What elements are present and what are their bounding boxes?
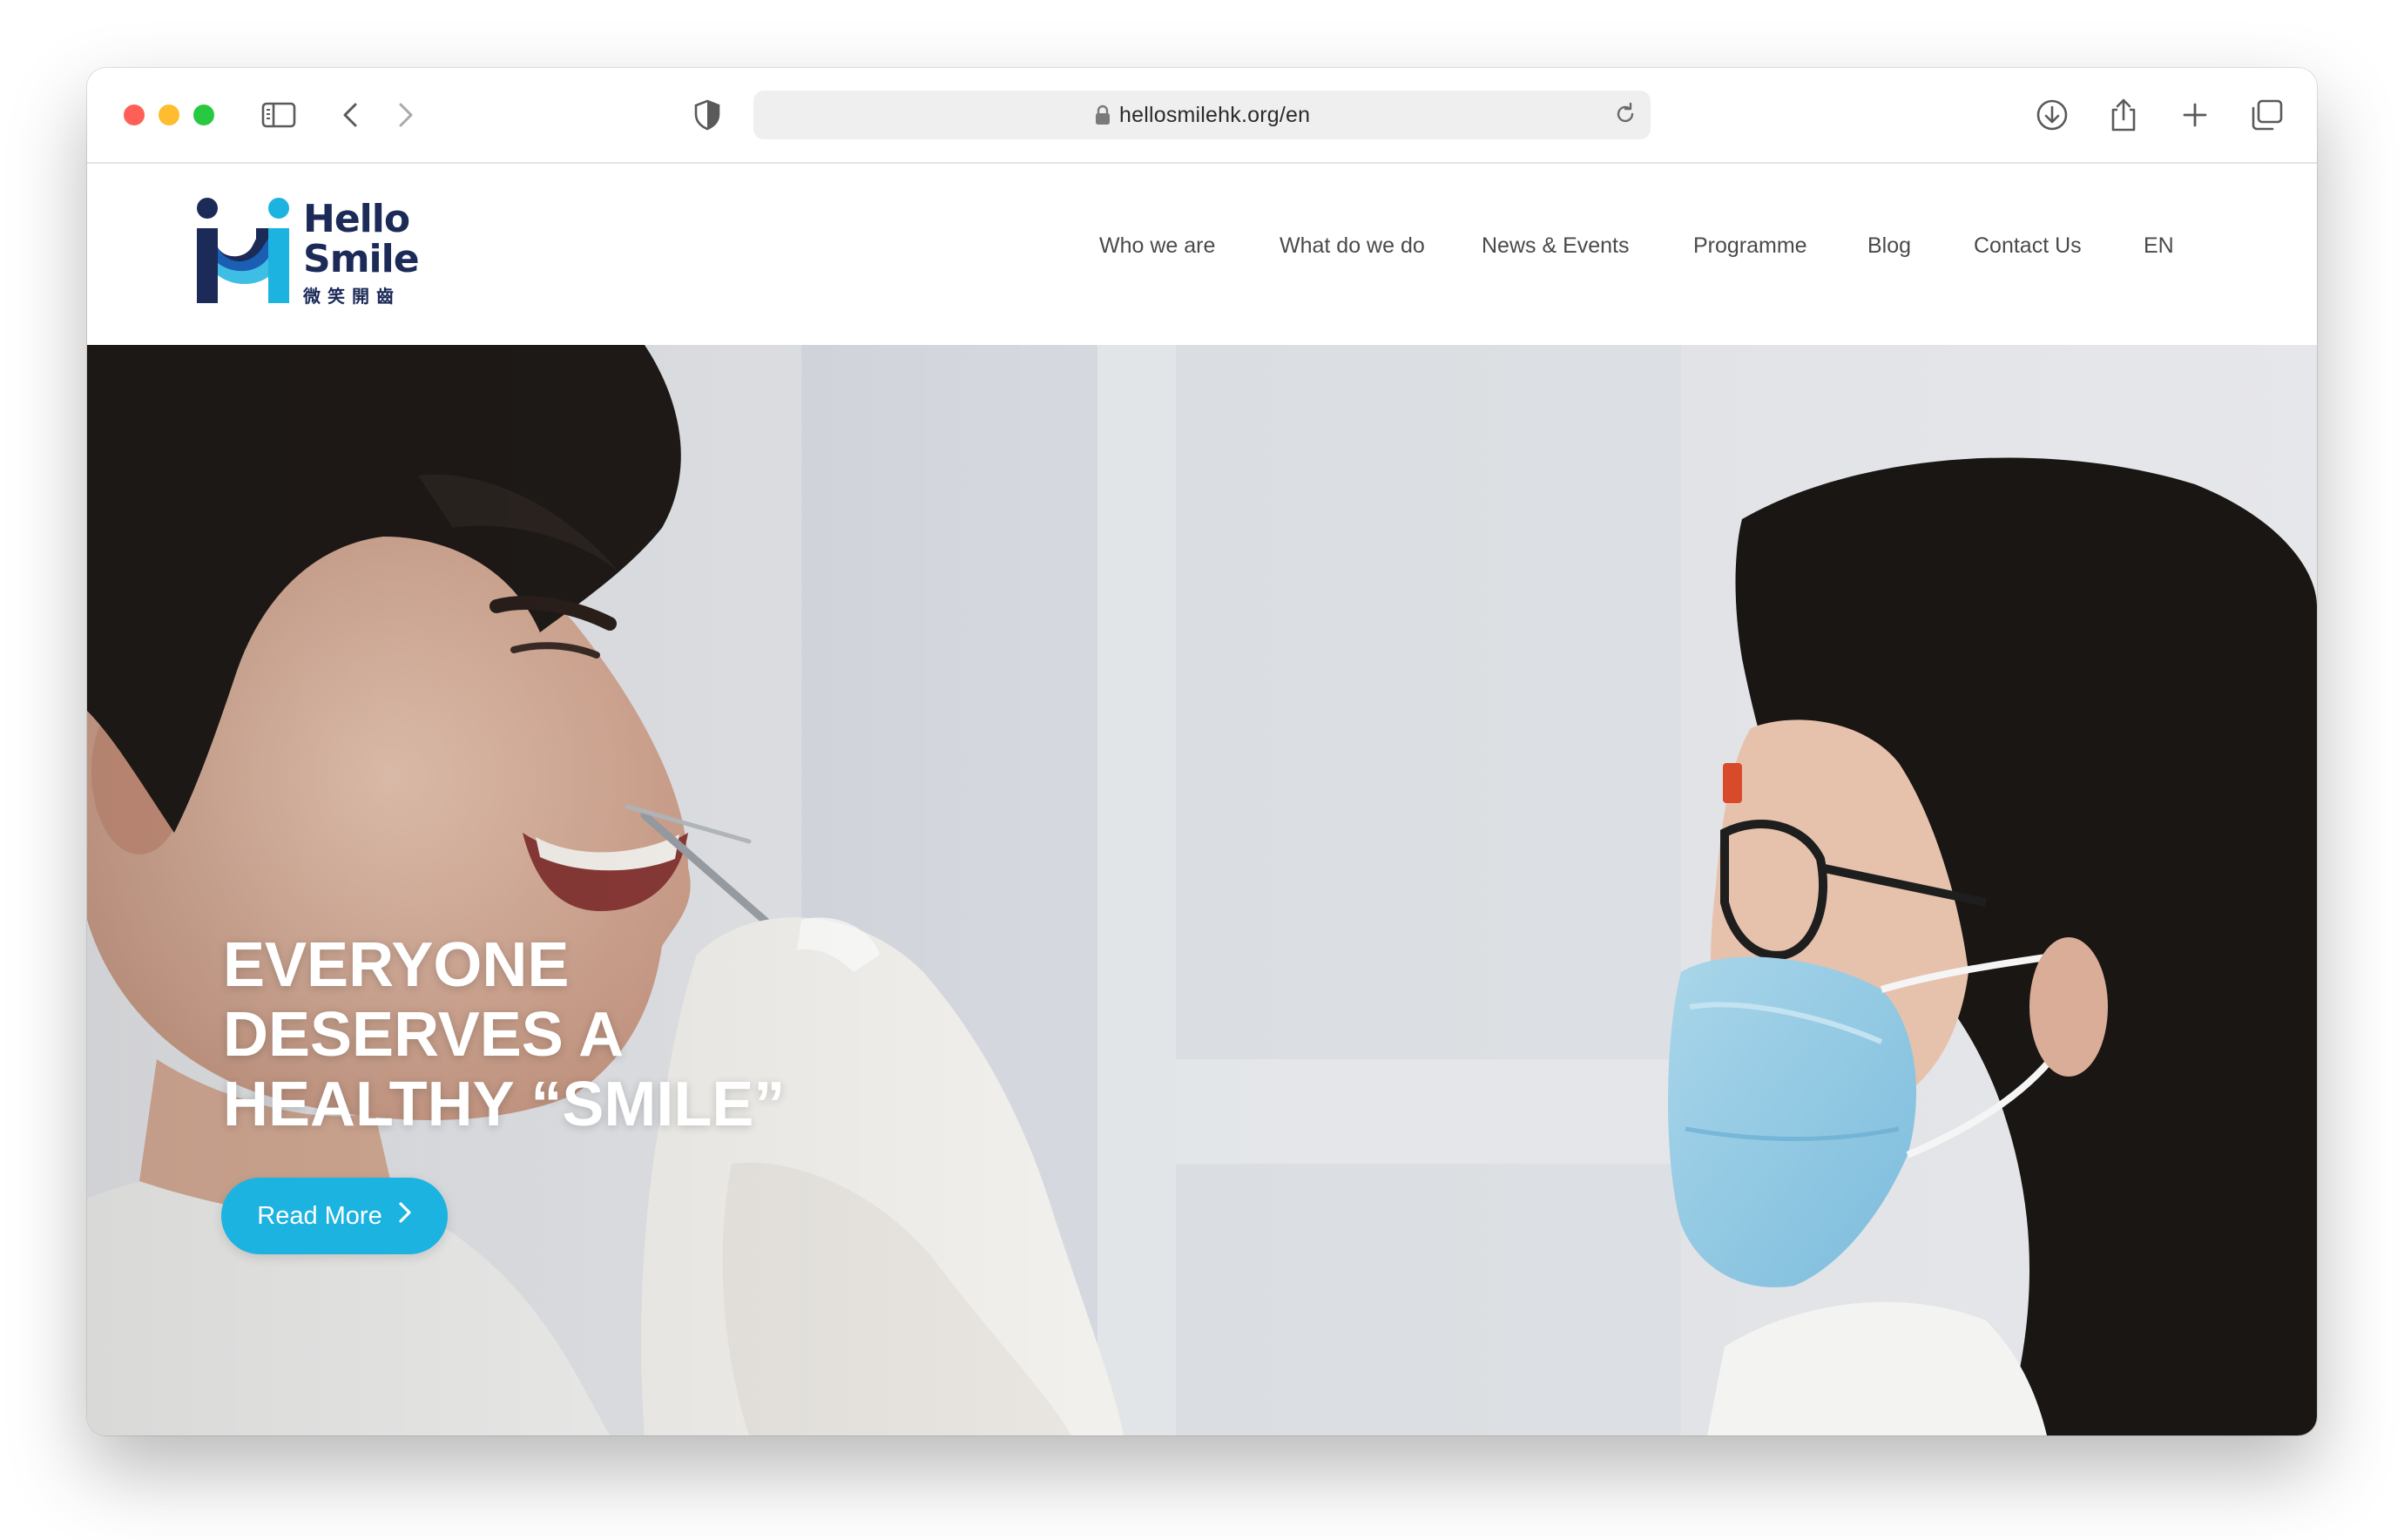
nav-who-we-are[interactable]: Who we are [1099, 233, 1215, 259]
nav-programme[interactable]: Programme [1693, 233, 1807, 259]
address-bar[interactable]: hellosmilehk.org/en [753, 91, 1651, 139]
shield-icon[interactable] [690, 98, 725, 132]
reload-icon[interactable] [1612, 101, 1638, 132]
sidebar-icon[interactable] [261, 98, 296, 132]
nav-news-events[interactable]: News & Events [1482, 233, 1630, 259]
hero-photo [87, 345, 2317, 1435]
forward-chevron-icon[interactable] [388, 98, 423, 132]
url-text: hellosmilehk.org/en [1119, 103, 1311, 127]
main-nav: Who we are What do we do News & Events P… [87, 233, 2317, 268]
hero-title-line-2: DESERVES A [223, 1000, 625, 1070]
share-icon[interactable] [2106, 98, 2141, 132]
browser-toolbar: hellosmilehk.org/en [87, 68, 2317, 164]
lock-icon [1095, 105, 1111, 130]
nav-blog[interactable]: Blog [1867, 233, 1911, 259]
nav-what-do-we-do[interactable]: What do we do [1280, 233, 1425, 259]
nav-contact-us[interactable]: Contact Us [1974, 233, 2082, 259]
logo-word-chinese: 微笑開齒 [303, 286, 401, 307]
zoom-window-button[interactable] [193, 105, 214, 125]
hero-title-line-1: EVERYONE [223, 930, 570, 1000]
minimize-window-button[interactable] [159, 105, 179, 125]
read-more-label: Read More [257, 1201, 382, 1230]
hero-title: EVERYONE DESERVES A HEALTHY “SMILE” [223, 930, 1007, 1139]
hero-banner: EVERYONE DESERVES A HEALTHY “SMILE” Read… [87, 345, 2317, 1435]
screen: hellosmilehk.org/en Hello Smile 微笑開齒 Who… [0, 0, 2404, 1540]
read-more-button[interactable]: Read More [221, 1178, 448, 1254]
site-header: Hello Smile 微笑開齒 Who we are What do we d… [87, 164, 2317, 345]
back-chevron-icon[interactable] [333, 98, 368, 132]
language-switch[interactable]: EN [2144, 233, 2174, 259]
new-tab-plus-icon[interactable] [2178, 98, 2212, 132]
close-window-button[interactable] [124, 105, 145, 125]
browser-window: hellosmilehk.org/en Hello Smile 微笑開齒 Who… [87, 68, 2317, 1435]
chevron-right-icon [398, 1200, 412, 1232]
hero-title-line-3: HEALTHY “SMILE” [223, 1070, 786, 1139]
tabs-overview-icon[interactable] [2249, 98, 2284, 132]
download-icon[interactable] [2035, 98, 2070, 132]
